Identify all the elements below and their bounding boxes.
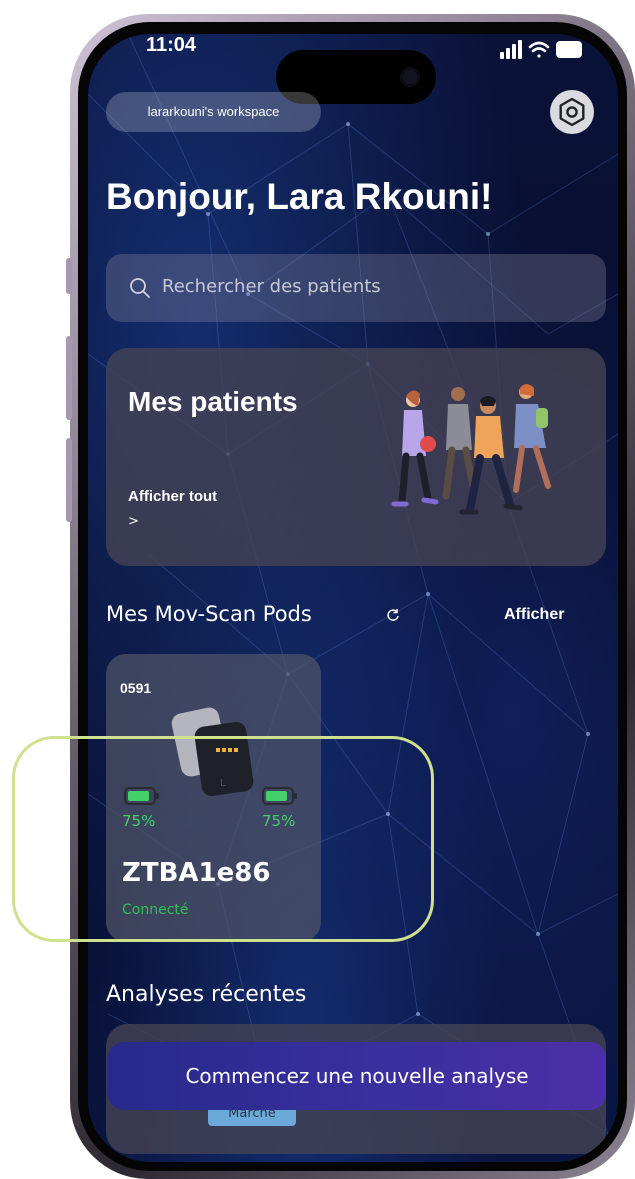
search-input[interactable]: Rechercher des patients	[106, 254, 606, 322]
volume-down-button	[66, 438, 72, 522]
chevron-right-icon[interactable]: >	[128, 514, 139, 529]
status-icons	[500, 38, 584, 66]
recent-analyses-title: Analyses récentes	[106, 982, 307, 1007]
settings-icon	[559, 97, 585, 127]
see-all-pods-link[interactable]: Afficher	[504, 606, 564, 624]
pods-section-title: Mes Mov-Scan Pods	[106, 602, 312, 626]
person-walking-2	[442, 387, 478, 500]
new-analysis-button[interactable]: Commencez une nouvelle analyse	[108, 1042, 606, 1110]
see-all-patients-link[interactable]: Afficher tout	[128, 488, 217, 505]
pod-code: 0591	[120, 680, 152, 696]
person-walking-3	[459, 396, 523, 515]
settings-button[interactable]	[550, 90, 594, 134]
walking-people-illustration	[391, 384, 551, 515]
patients-card-title: Mes patients	[128, 386, 298, 417]
workspace-selector[interactable]: lararkouni's workspace	[106, 92, 321, 132]
battery-icon	[556, 41, 582, 58]
highlight-ring	[12, 736, 434, 942]
greeting-title: Bonjour, Lara Rkouni!	[106, 176, 493, 217]
refresh-icon[interactable]	[386, 608, 400, 626]
front-camera	[400, 67, 420, 87]
search-placeholder: Rechercher des patients	[162, 276, 381, 297]
person-walking-1	[391, 390, 439, 507]
patients-card[interactable]: Mes patients Afficher tout >	[106, 348, 606, 566]
status-time: 11:04	[146, 34, 197, 56]
search-icon	[130, 278, 150, 298]
wifi-icon	[528, 41, 550, 58]
person-walking-4	[513, 384, 551, 493]
app-screen: 11:04 lararkouni's workspace Bonjour, La…	[88, 34, 618, 1162]
action-button	[66, 258, 72, 294]
signal-icon	[500, 40, 522, 59]
volume-up-button	[66, 336, 72, 420]
